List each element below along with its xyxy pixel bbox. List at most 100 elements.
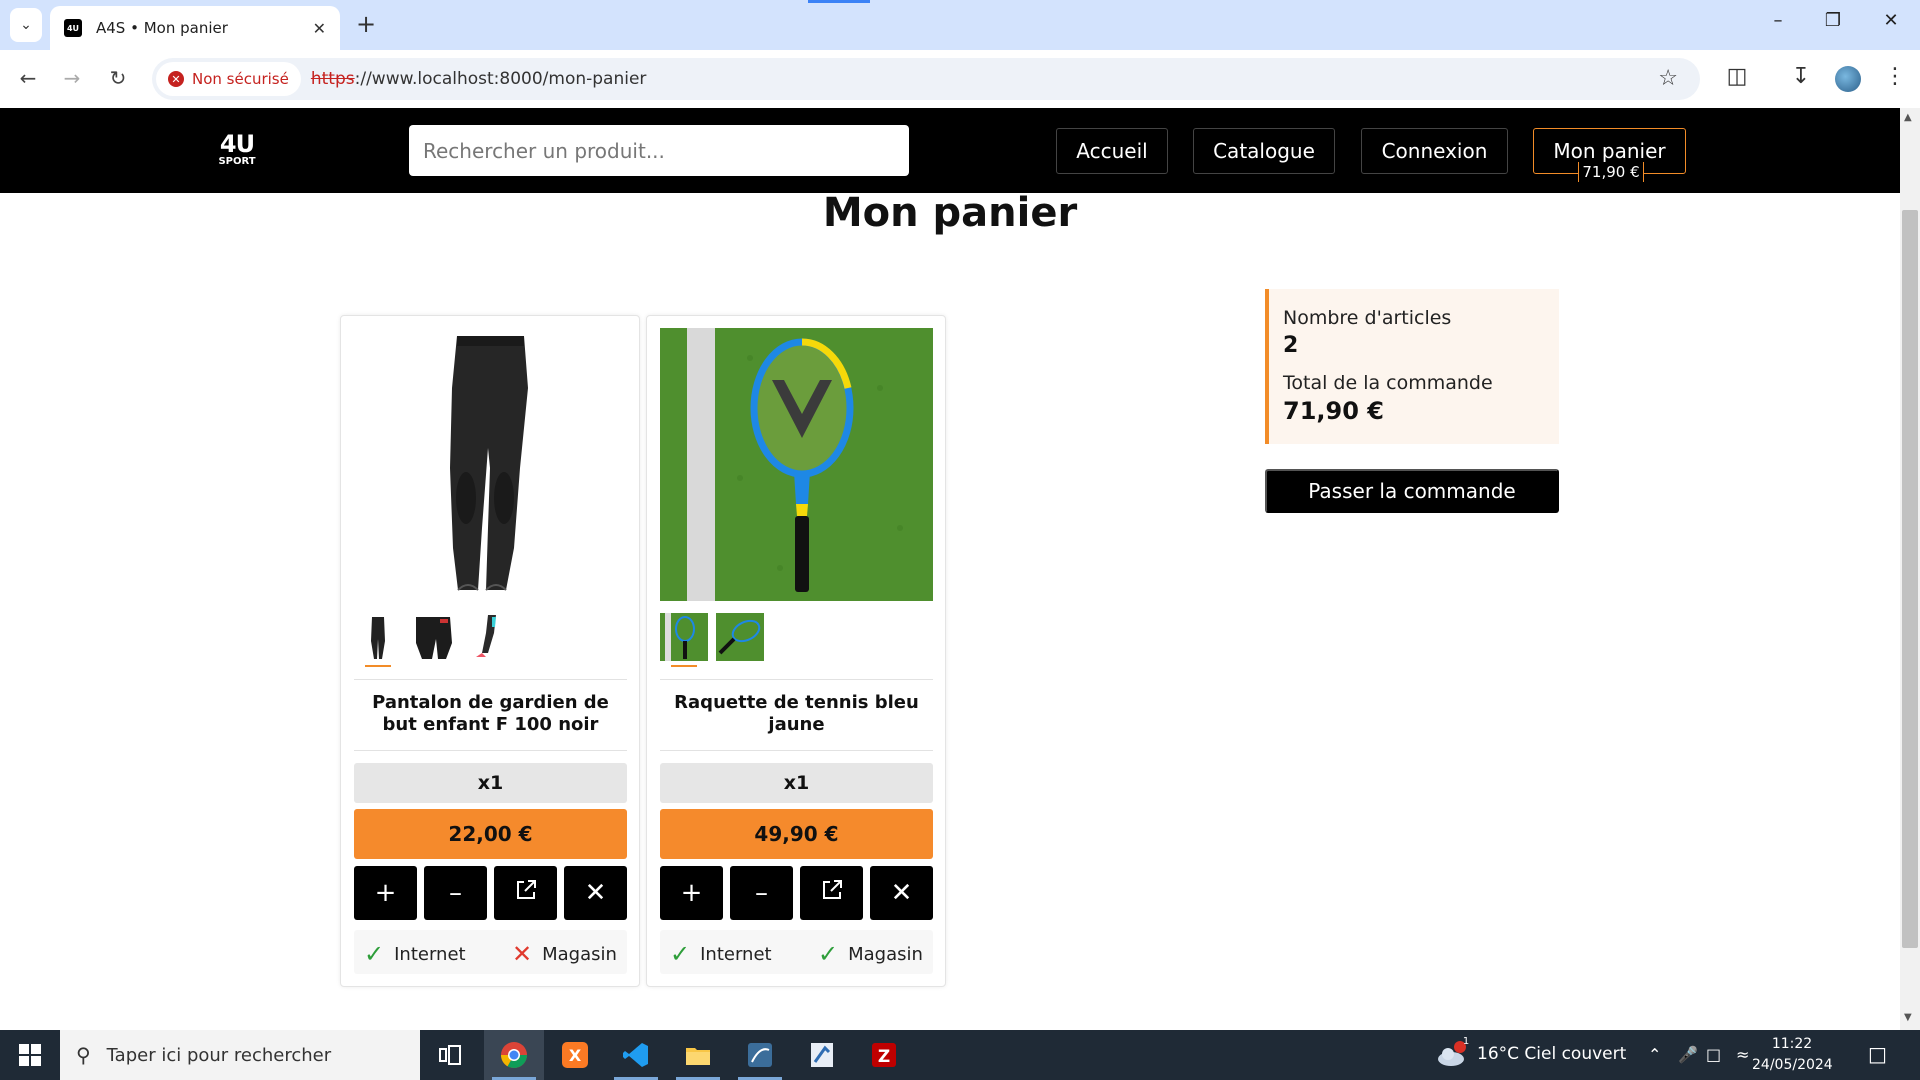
vscode-taskbar-icon[interactable]: [606, 1030, 666, 1080]
image-thumbnails: [660, 613, 933, 667]
svg-text:Z: Z: [878, 1047, 890, 1067]
clock-time: 11:22: [1771, 1036, 1813, 1052]
external-link-icon: [513, 877, 539, 910]
divider: [660, 750, 933, 751]
price-badge: 49,90 €: [660, 809, 933, 859]
site-favicon-icon: 4U: [64, 19, 82, 37]
url-text[interactable]: https://www.localhost:8000/mon-panier: [311, 69, 647, 89]
checkout-button[interactable]: Passer la commande: [1265, 469, 1559, 513]
taskbar-search[interactable]: ⚲ Taper ici pour rechercher: [60, 1030, 420, 1080]
scroll-down-icon[interactable]: ▼: [1904, 1012, 1912, 1023]
mysql-workbench-taskbar-icon[interactable]: [730, 1030, 790, 1080]
taskbar-clock[interactable]: 11:22 24/05/2024: [1752, 1034, 1833, 1076]
security-label: Non sécurisé: [192, 70, 289, 88]
product-name[interactable]: Pantalon de gardien de but enfant F 100 …: [354, 692, 627, 736]
cart-total-badge: 71,90 €: [1578, 162, 1644, 182]
tab-title: A4S • Mon panier: [96, 19, 228, 37]
cross-icon: ✕: [512, 940, 533, 968]
taskbar-search-text: Taper ici pour rechercher: [106, 1044, 332, 1066]
restore-icon[interactable]: ❐: [1813, 10, 1853, 31]
xampp-taskbar-icon[interactable]: X: [545, 1030, 605, 1080]
forward-icon[interactable]: →: [58, 66, 86, 90]
profile-avatar[interactable]: [1835, 66, 1861, 92]
thumbnail[interactable]: [716, 613, 764, 661]
chrome-taskbar-icon[interactable]: [484, 1030, 544, 1080]
remove-item-button[interactable]: ✕: [564, 866, 627, 920]
minimize-icon[interactable]: –: [1758, 10, 1798, 31]
minus-icon: –: [449, 878, 462, 908]
browser-tab-active[interactable]: 4U A4S • Mon panier ✕: [50, 6, 340, 50]
page-title: Mon panier: [822, 190, 1078, 236]
security-chip[interactable]: ✕ Non sécurisé: [156, 62, 301, 96]
open-product-button[interactable]: [494, 866, 557, 920]
menu-kebab-icon[interactable]: ⋮: [1880, 64, 1910, 89]
windows-start-icon[interactable]: [0, 1030, 60, 1080]
open-product-button[interactable]: [800, 866, 863, 920]
remove-item-button[interactable]: ✕: [870, 866, 933, 920]
weather-badge: 1: [1462, 1036, 1470, 1047]
availability-internet: ✓ Internet: [364, 940, 466, 968]
thumbnail[interactable]: [354, 613, 402, 661]
microphone-icon[interactable]: 🎤: [1678, 1045, 1698, 1064]
product-image-pants[interactable]: [354, 328, 627, 601]
nav-catalog-link[interactable]: Catalogue: [1193, 128, 1335, 174]
close-icon: ✕: [584, 878, 607, 908]
availability-bar: ✓ Internet ✓ Magasin: [660, 930, 933, 974]
extensions-icon[interactable]: ◫: [1722, 64, 1752, 89]
items-count-value: 2: [1283, 333, 1299, 358]
price-badge: 22,00 €: [354, 809, 627, 859]
increase-quantity-button[interactable]: +: [354, 866, 417, 920]
nav-login-link[interactable]: Connexion: [1361, 128, 1508, 174]
product-search-input[interactable]: [409, 125, 909, 176]
decrease-quantity-button[interactable]: –: [424, 866, 487, 920]
order-total-label: Total de la commande: [1283, 372, 1493, 394]
items-count-label: Nombre d'articles: [1283, 307, 1452, 329]
product-image-racket[interactable]: [660, 328, 933, 601]
scroll-up-icon[interactable]: ▲: [1904, 112, 1912, 123]
cart-item-card: Pantalon de gardien de but enfant F 100 …: [340, 315, 640, 987]
filezilla-taskbar-icon[interactable]: Z: [854, 1030, 914, 1080]
browser-toolbar: ← → ↻ ✕ Non sécurisé https://www.localho…: [0, 50, 1920, 108]
thumbnail[interactable]: [466, 613, 514, 661]
app-taskbar-icon[interactable]: [792, 1030, 852, 1080]
increase-quantity-button[interactable]: +: [660, 866, 723, 920]
image-thumbnails: [354, 613, 627, 667]
weather-text[interactable]: 16°C Ciel couvert: [1477, 1044, 1626, 1064]
reload-icon[interactable]: ↻: [104, 66, 132, 90]
new-tab-icon[interactable]: +: [352, 10, 380, 38]
thumbnail[interactable]: [660, 613, 708, 661]
availability-store: ✓ Magasin: [818, 940, 923, 968]
tab-search-chevron-icon[interactable]: ⌄: [10, 8, 42, 42]
back-icon[interactable]: ←: [14, 66, 42, 90]
battery-icon[interactable]: □: [1706, 1045, 1721, 1064]
nav-home-link[interactable]: Accueil: [1056, 128, 1168, 174]
close-icon: ✕: [890, 878, 913, 908]
notifications-icon[interactable]: □: [1868, 1042, 1887, 1066]
thumbnail[interactable]: [410, 613, 458, 661]
divider: [354, 750, 627, 751]
task-view-icon[interactable]: [420, 1030, 480, 1080]
external-link-icon: [819, 877, 845, 910]
wifi-icon[interactable]: ≈: [1736, 1045, 1749, 1064]
scrollbar-thumb[interactable]: [1902, 210, 1918, 948]
download-icon[interactable]: ↧: [1786, 64, 1816, 89]
site-logo[interactable]: 4U SPORT: [215, 132, 259, 172]
decrease-quantity-button[interactable]: –: [730, 866, 793, 920]
tab-close-icon[interactable]: ✕: [313, 19, 326, 38]
plus-icon: +: [374, 878, 397, 908]
window-close-icon[interactable]: ✕: [1871, 10, 1911, 31]
minus-icon: –: [755, 878, 768, 908]
availability-store: ✕ Magasin: [512, 940, 617, 968]
quantity-badge: x1: [354, 763, 627, 803]
file-explorer-taskbar-icon[interactable]: [668, 1030, 728, 1080]
product-name[interactable]: Raquette de tennis bleu jaune: [660, 692, 933, 736]
loading-indicator: [808, 0, 870, 3]
tray-chevron-icon[interactable]: ⌃: [1648, 1045, 1661, 1064]
check-icon: ✓: [364, 940, 385, 968]
bookmark-star-icon[interactable]: ☆: [1658, 66, 1678, 91]
address-bar[interactable]: ✕ Non sécurisé https://www.localhost:800…: [152, 58, 1700, 100]
order-total-value: 71,90 €: [1283, 397, 1384, 425]
plus-icon: +: [680, 878, 703, 908]
active-thumb-indicator: [671, 665, 697, 667]
browser-tabstrip: ⌄ 4U A4S • Mon panier ✕ + – ❐ ✕: [0, 0, 1920, 50]
